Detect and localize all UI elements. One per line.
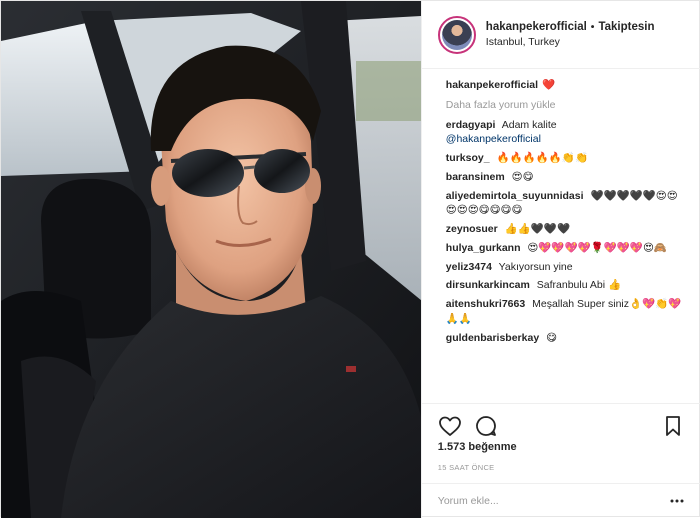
add-comment-bar [421,483,700,518]
comment-username-link[interactable]: erdagyapi [446,119,496,131]
comment-text: Yakıyorsun yine [498,260,573,273]
comment-text: 😍💖💖💖💖🌹💖💖💖😍🙈 [527,241,667,254]
comments-list[interactable]: hakanpekerofficial ❤️ Daha fazla yorum yü… [422,73,700,399]
caption-username-link[interactable]: hakanpekerofficial [446,79,538,91]
header-separator: • [590,20,595,33]
comment-username-link[interactable]: baransinem [446,171,505,183]
bookmark-icon[interactable] [661,414,685,438]
profile-avatar[interactable] [437,15,476,54]
header-line: hakanpekerofficial • Takiptesin [486,20,655,35]
caption-text: ❤️ [542,79,556,91]
comment-text: Safranbulu Abi 👍 [536,279,622,292]
location-link[interactable]: Istanbul, Turkey [486,35,655,50]
comment-username-link[interactable]: zeynosuer [446,223,498,235]
post-caption: hakanpekerofficial ❤️ [446,78,685,93]
comment-item: turksoy_ 🔥🔥🔥🔥🔥👏👏 [446,151,685,166]
comment-item: aliyedemirtola_suyunnidasi 🖤🖤🖤🖤🖤😍😍😍😍😍😋😋😋… [446,189,685,218]
post-photo[interactable] [1,1,421,518]
comment-username-link[interactable]: yeliz3474 [446,261,492,273]
comment-item: guldenbarisberkay 😋 [446,331,685,346]
header-text: hakanpekerofficial • Takiptesin Istanbul… [486,20,655,50]
comment-item: hulya_gurkann 😍💖💖💖💖🌹💖💖💖😍🙈 [446,241,685,256]
comment-text: Adam kalite [501,118,557,131]
comment-item: zeynosuer 👍👍🖤🖤🖤 [446,222,685,237]
comment-item: aitenshukri7663 Meşallah Super siniz👌💖👏💖… [446,297,685,326]
add-comment-input[interactable] [437,495,658,507]
post-header: hakanpekerofficial • Takiptesin Istanbul… [421,1,700,69]
comment-username-link[interactable]: aitenshukri7663 [446,298,525,310]
comment-item: yeliz3474 Yakıyorsun yine [446,260,685,275]
comment-item: baransinem 😍😋 [446,170,685,185]
comment-username-link[interactable]: dirsunkarkincam [446,279,530,291]
comment-username-link[interactable]: hulya_gurkann [446,242,521,254]
comment-item: dirsunkarkincam Safranbulu Abi 👍 [446,278,685,293]
heart-icon[interactable] [438,414,462,438]
comment-mention-link[interactable]: @hakanpekerofficial [446,132,685,147]
selfie-in-car-image [1,1,421,518]
following-button[interactable]: Takiptesin [598,20,654,35]
likes-count[interactable]: 1.573 beğenme [438,441,517,453]
post-timestamp[interactable]: 15 SAAT ÖNCE [438,463,495,472]
comment-text: 🔥🔥🔥🔥🔥👏👏 [496,152,589,165]
comment-username-link[interactable]: aliyedemirtola_suyunnidasi [446,190,584,202]
comment-username-link[interactable]: turksoy_ [446,152,490,164]
comment-text: 👍👍🖤🖤🖤 [504,223,571,236]
comment-bubble-icon[interactable] [474,414,498,438]
instagram-post: hakanpekerofficial • Takiptesin Istanbul… [0,0,700,518]
more-dots-icon[interactable] [669,493,685,509]
comment-item: erdagyapi Adam kalite @hakanpekerofficia… [446,118,685,147]
avatar-image [441,19,472,50]
comment-text: 😍😋 [511,170,534,183]
comment-text: 😋 [546,331,558,344]
post-side-panel: hakanpekerofficial • Takiptesin Istanbul… [420,1,700,518]
load-more-comments-link[interactable]: Daha fazla yorum yükle [446,97,685,113]
comment-username-link[interactable]: guldenbarisberkay [446,332,539,344]
post-actions [421,403,700,441]
header-username-link[interactable]: hakanpekerofficial [486,20,587,35]
